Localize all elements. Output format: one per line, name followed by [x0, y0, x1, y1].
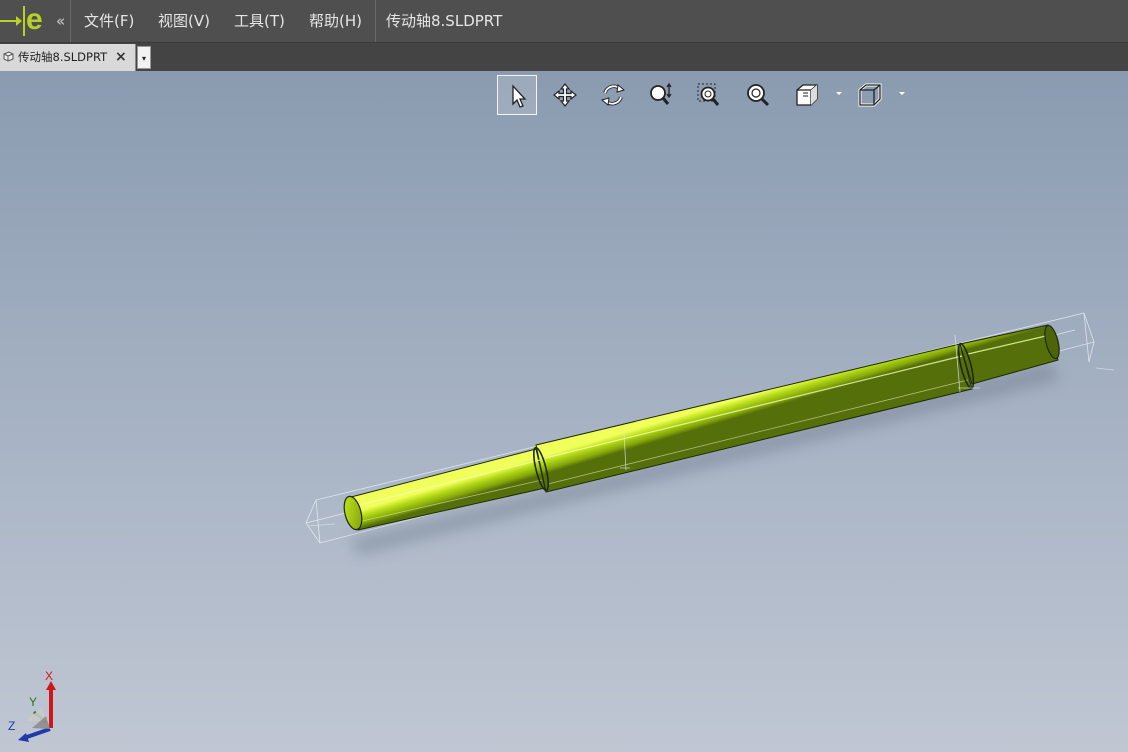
menu-bar: e « 文件(F) 视图(V) 工具(T) 帮助(H) 传动轴8.SLDPRT — [0, 0, 1128, 43]
shaft-body — [343, 324, 1060, 531]
menu-separator — [375, 0, 376, 42]
part-file-icon — [3, 51, 14, 62]
tab-list-dropdown[interactable]: ▾ — [137, 46, 151, 69]
document-tab[interactable]: 传动轴8.SLDPRT × — [0, 44, 136, 71]
logo-letter: e — [26, 3, 43, 36]
graphics-viewport[interactable]: X Y Z — [0, 71, 1128, 752]
logo-bar — [23, 6, 25, 36]
menu-separator — [70, 0, 71, 42]
axis-y-label: Y — [29, 695, 38, 709]
menu-help[interactable]: 帮助(H) — [309, 0, 362, 42]
menu-tools[interactable]: 工具(T) — [234, 0, 285, 42]
shaft-model[interactable] — [0, 71, 1128, 752]
collapse-icon[interactable]: « — [56, 0, 65, 42]
menu-view[interactable]: 视图(V) — [158, 0, 210, 42]
app-logo[interactable]: e — [0, 0, 52, 42]
tab-bar: 传动轴8.SLDPRT × ▾ — [0, 43, 1128, 71]
menu-file[interactable]: 文件(F) — [84, 0, 134, 42]
axis-z-label: Z — [8, 719, 16, 733]
tab-label: 传动轴8.SLDPRT — [18, 50, 108, 64]
axis-x-label: X — [45, 669, 54, 683]
document-title: 传动轴8.SLDPRT — [386, 12, 503, 30]
logo-arrow-head — [16, 16, 22, 26]
close-icon[interactable]: × — [115, 44, 127, 71]
